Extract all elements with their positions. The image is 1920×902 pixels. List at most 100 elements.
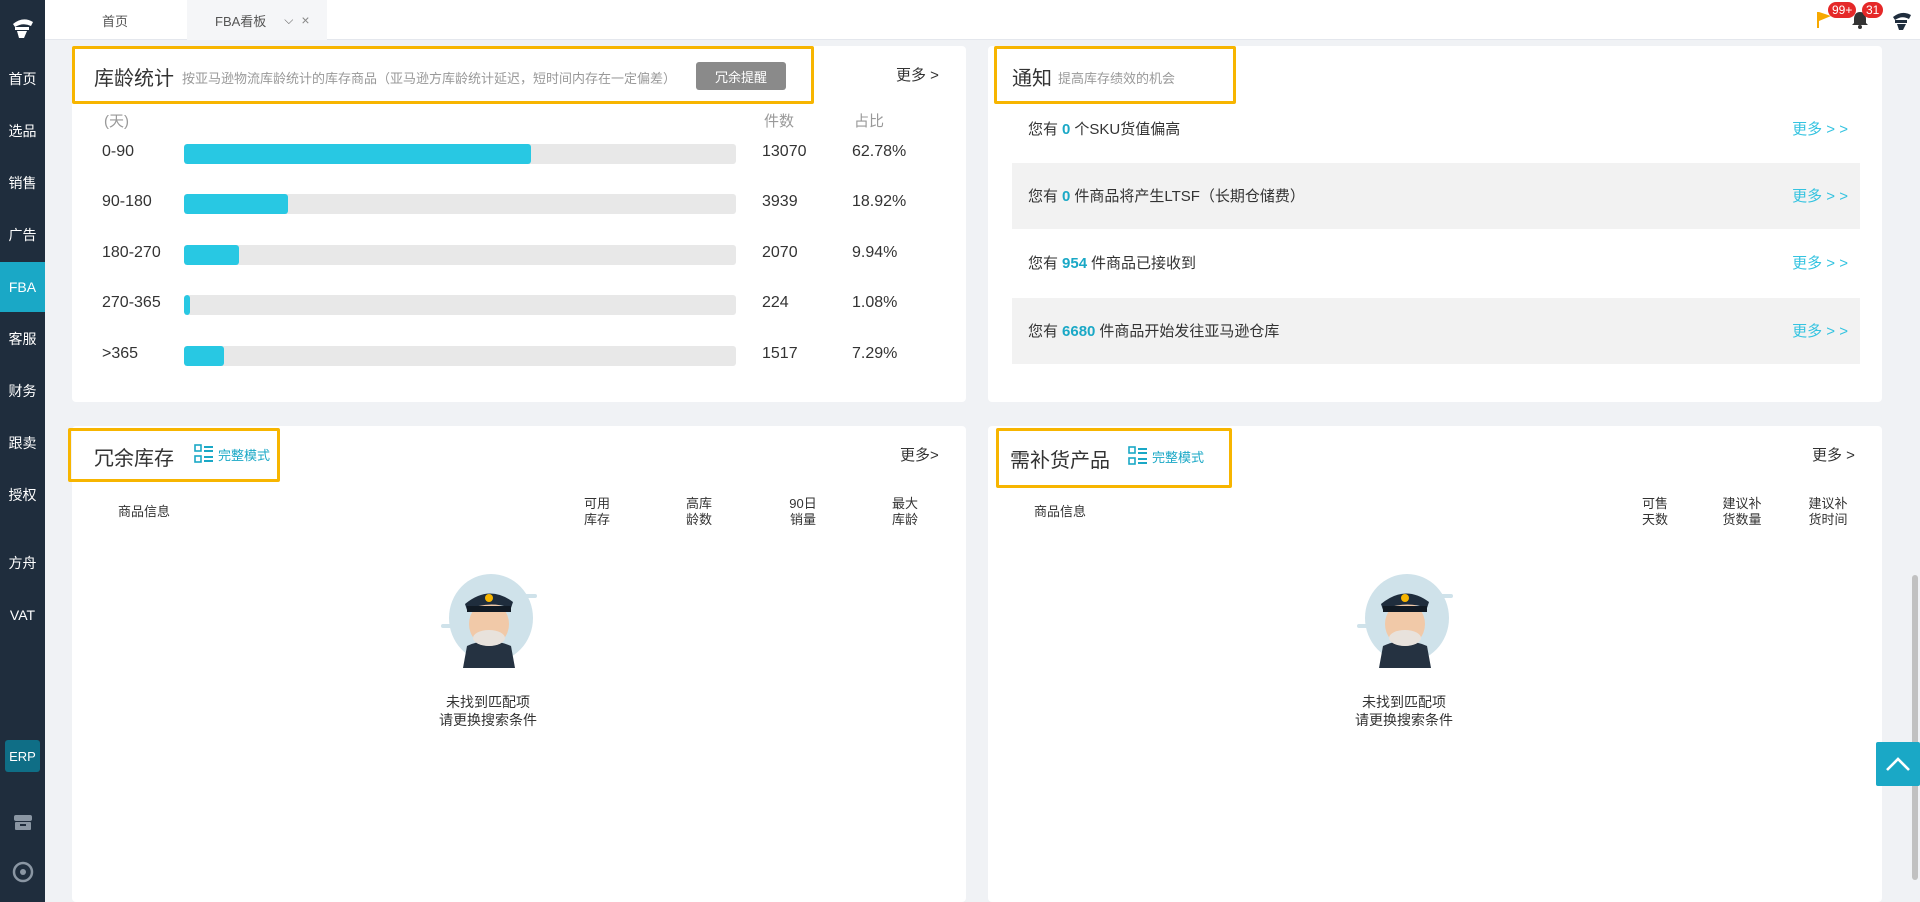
excess-reminder-button[interactable]: 冗余提醒 [696,62,786,90]
notice-item: 您有 0 件商品将产生LTSF（长期仓储费） 更多 > > [1012,163,1860,229]
col-count-header: 件数 [764,113,795,130]
tab-fba-label: FBA看板 [215,13,267,29]
notice-prefix: 您有 [1028,255,1059,272]
age-stats-title: 库龄统计 [94,68,174,90]
sidebar-item-follow-sell[interactable]: 跟卖 [0,418,45,468]
restock-mode-label: 完整模式 [1152,449,1205,465]
sidebar-item-product-selection[interactable]: 选品 [0,106,45,156]
col-max-age-line2: 库龄 [891,512,918,527]
col-suggested-time-line2: 货时间 [1808,512,1848,527]
age-range: >365 [102,345,139,362]
age-stats-card: 库龄统计 按亚马逊物流库龄统计的库存商品（亚马逊方库龄统计延迟，短时间内存在一定… [72,46,966,402]
age-pct: 9.94% [852,244,898,261]
age-bar-track [184,295,736,315]
age-bar-track [184,245,736,265]
notice-suffix: 件商品开始发往亚马逊仓库 [1099,323,1280,340]
chevron-down-icon[interactable]: ⌵ [284,13,293,28]
col-suggested-time[interactable]: 建议补 货时间 [1804,496,1852,528]
tab-fba-dashboard[interactable]: FBA看板 ⌵ × [187,0,327,40]
user-avatar-icon[interactable] [1890,8,1914,37]
notice-number[interactable]: 6680 [1062,323,1095,340]
age-range: 270-365 [102,294,161,311]
notices-title: 通知 [1012,68,1052,90]
empty-state: 未找到匹配项 请更换搜索条件 [418,572,558,729]
age-bar-track [184,194,736,214]
restock-more-link[interactable]: 更多 > [1812,444,1855,465]
col-days-header: (天) [104,113,129,130]
col-high-age-line2: 龄数 [685,512,712,527]
scrollbar-thumb[interactable] [1912,575,1918,880]
sidebar-item-authorization[interactable]: 授权 [0,470,45,520]
sidebar-item-home[interactable]: 首页 [0,54,45,104]
excess-inventory-card: 冗余库存 完整模式 更多> 商品信息 可用 库存 高库 龄数 90日 销量 最大 库龄 [68,426,966,902]
age-bar-fill [184,245,239,265]
sidebar-item-fba[interactable]: FBA [0,262,45,312]
notice-number[interactable]: 0 [1062,121,1070,138]
top-icons: 99+ 31 [1770,0,1920,40]
age-pct: 62.78% [852,143,907,160]
col-suggested-qty[interactable]: 建议补 货数量 [1718,496,1766,528]
age-pct: 1.08% [852,294,898,311]
notice-item: 您有 6680 件商品开始发往亚马逊仓库 更多 > > [1012,298,1860,364]
notice-more-link[interactable]: 更多 > > [1792,185,1848,206]
sidebar-item-finance[interactable]: 财务 [0,366,45,416]
sidebar-item-vat[interactable]: VAT [0,590,45,640]
notice-more-link[interactable]: 更多 > > [1792,118,1848,139]
col-max-age[interactable]: 最大 库龄 [888,496,922,528]
empty-line2: 请更换搜索条件 [439,712,537,728]
notice-more-link[interactable]: 更多 > > [1792,320,1848,341]
age-stats-subtitle: 按亚马逊物流库龄统计的库存商品（亚马逊方库龄统计延迟，短时间内存在一定偏差） [182,71,677,86]
col-suggested-time-line1: 建议补 [1808,496,1848,511]
age-pct: 7.29% [852,345,898,362]
notice-more-link[interactable]: 更多 > > [1792,252,1848,273]
notice-number[interactable]: 0 [1062,188,1070,205]
excess-more-link[interactable]: 更多> [900,444,939,465]
back-to-top-button[interactable] [1876,742,1920,786]
age-range: 90-180 [102,193,152,210]
excess-title: 冗余库存 [94,448,174,470]
age-pct: 18.92% [852,193,907,210]
sidebar-item-ads[interactable]: 广告 [0,210,45,260]
age-bar-fill [184,194,289,214]
support-icon[interactable] [11,860,35,884]
age-row: 180-270 2070 9.94% [72,239,966,269]
erp-button[interactable]: ERP [5,740,40,772]
col-sellable-days-line2: 天数 [1641,512,1668,527]
age-stats-more-link[interactable]: 更多 > [896,64,939,85]
excess-full-mode-link[interactable]: 完整模式 [194,444,270,464]
col-available-stock[interactable]: 可用 库存 [580,496,614,528]
captain-illustration-icon [441,574,537,668]
age-row: 0-90 13070 62.78% [72,138,966,168]
age-count: 2070 [762,244,798,261]
sidebar-item-customer-service[interactable]: 客服 [0,314,45,364]
store-icon[interactable] [11,810,35,834]
close-icon[interactable]: × [301,12,309,28]
tab-bar: 首页 FBA看板 ⌵ × 99+ 31 [45,0,1920,40]
notice-prefix: 您有 [1028,188,1059,205]
age-bar-fill [184,295,191,315]
notice-number[interactable]: 954 [1062,255,1087,272]
tab-home[interactable]: 首页 [45,0,185,40]
sidebar: 首页 选品 销售 广告 FBA 客服 财务 跟卖 授权 方舟 VAT ERP [0,0,45,902]
sidebar-item-sales[interactable]: 销售 [0,158,45,208]
excess-mode-label: 完整模式 [218,447,271,463]
col-sellable-days[interactable]: 可售 天数 [1638,496,1672,528]
col-90day-sales-line2: 销量 [789,512,816,527]
col-high-age-count[interactable]: 高库 龄数 [682,496,716,528]
sidebar-item-ark[interactable]: 方舟 [0,538,45,588]
empty-line1: 未找到匹配项 [1362,694,1446,710]
age-row: >365 1517 7.29% [72,340,966,370]
chevron-up-icon [1886,757,1910,771]
list-mode-icon [1128,446,1147,465]
restock-full-mode-link[interactable]: 完整模式 [1128,446,1204,466]
col-90day-sales[interactable]: 90日 销量 [786,496,820,528]
list-mode-icon [194,444,213,463]
age-bar-track [184,346,736,366]
col-suggested-qty-line1: 建议补 [1722,496,1762,511]
notices-card: 通知 提高库存绩效的机会 您有 0 个SKU货值偏高 更多 > > 您有 0 件商品将产… [988,46,1882,402]
captain-hat-logo-icon[interactable] [0,0,45,54]
age-row: 90-180 3939 18.92% [72,188,966,218]
col-sellable-days-line1: 可售 [1641,496,1668,511]
col-max-age-line1: 最大 [891,496,918,511]
notice-item: 您有 954 件商品已接收到 更多 > > [1012,230,1860,296]
